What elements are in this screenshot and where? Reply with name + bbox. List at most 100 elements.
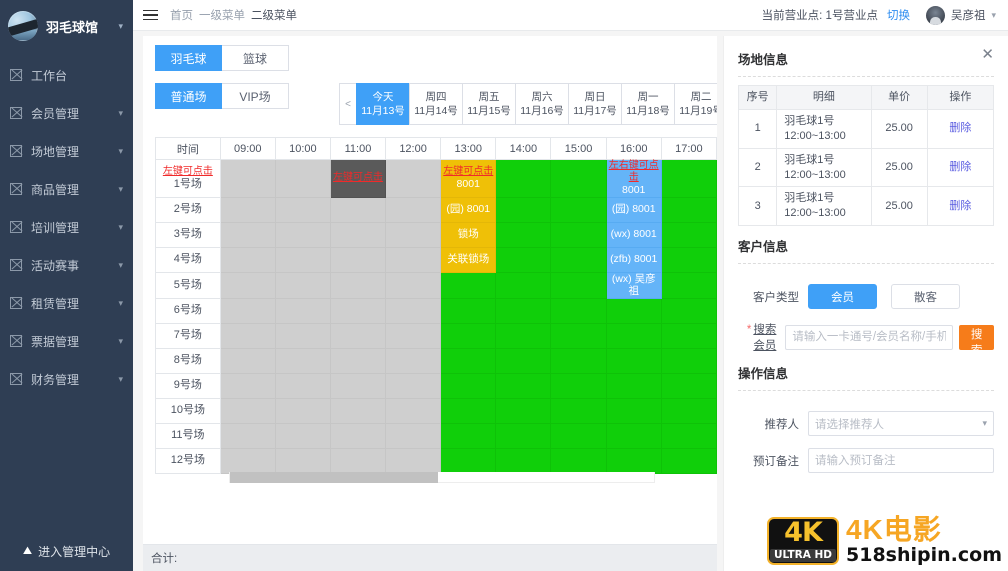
slot-cell-10-9[interactable] [660, 397, 717, 424]
slot-cell-1-5[interactable]: 左键可点击 8001 [440, 159, 497, 198]
scrollbar-thumb[interactable] [230, 472, 438, 483]
court-label-7[interactable]: 7号场 [155, 322, 221, 349]
court-label-2[interactable]: 2号场 [155, 196, 221, 223]
slot-cell-6-7[interactable] [550, 297, 607, 324]
remark-input[interactable] [808, 448, 994, 474]
slot-cell-1-3[interactable]: 左键可点击 [329, 159, 387, 198]
court-label-1[interactable]: 左键可点击 1号场 [155, 159, 221, 198]
chevron-down-icon[interactable]: ▾ [991, 10, 996, 21]
slot-cell-6-5[interactable] [440, 297, 497, 324]
slot-cell-4-9[interactable] [660, 246, 717, 273]
chevron-down-icon[interactable]: ▾ [118, 21, 123, 32]
tab-vip-court[interactable]: VIP场 [222, 83, 289, 109]
close-icon[interactable]: ✕ [981, 47, 994, 62]
brand-header[interactable]: 羽毛球馆 ▾ [0, 0, 133, 52]
court-label-3[interactable]: 3号场 [155, 221, 221, 248]
search-button[interactable]: 搜索 [959, 324, 994, 357]
referrer-select[interactable]: 请选择推荐人 ▾ [808, 411, 994, 437]
slot-cell-7-5[interactable] [440, 322, 497, 349]
slot-cell-3-5[interactable]: 锁场 [440, 221, 497, 248]
slot-cell-12-5[interactable] [440, 447, 497, 474]
slot-cell-9-7[interactable] [550, 372, 607, 399]
date-button-2[interactable]: 周五 11月15号 [462, 83, 515, 125]
slot-cell-4-8[interactable]: (zfb) 8001 [605, 246, 662, 273]
slot-cell-3-9[interactable] [660, 221, 717, 248]
tab-badminton[interactable]: 羽毛球 [155, 45, 222, 71]
slot-cell-3-6[interactable] [495, 221, 552, 248]
slot-cell-12-8[interactable] [605, 447, 662, 474]
slot-cell-4-6[interactable] [495, 246, 552, 273]
slot-cell-2-8[interactable]: (园) 8001 [605, 196, 662, 223]
slot-cell-6-9[interactable] [660, 297, 717, 324]
slot-cell-2-7[interactable] [550, 196, 607, 223]
prev-date-button[interactable]: < [339, 83, 356, 125]
horizontal-scrollbar[interactable] [229, 472, 655, 483]
slot-cell-5-7[interactable] [550, 271, 607, 299]
slot-cell-5-9[interactable] [660, 271, 717, 299]
slot-cell-12-9[interactable] [660, 447, 717, 474]
court-label-6[interactable]: 6号场 [155, 297, 221, 324]
slot-cell-7-8[interactable] [605, 322, 662, 349]
tab-normal-court[interactable]: 普通场 [155, 83, 222, 109]
slot-cell-2-6[interactable] [495, 196, 552, 223]
breadcrumb-item-level1[interactable]: 一级菜单 [199, 7, 245, 23]
customer-type-member-button[interactable]: 会员 [808, 284, 877, 310]
slot-cell-9-9[interactable] [660, 372, 717, 399]
tab-basketball[interactable]: 篮球 [222, 45, 289, 71]
slot-cell-11-9[interactable] [660, 422, 717, 449]
slot-cell-10-6[interactable] [495, 397, 552, 424]
search-member-input[interactable] [785, 324, 954, 350]
delete-link[interactable]: 删除 [949, 161, 971, 173]
date-button-6[interactable]: 周二 11月19号 [674, 83, 717, 125]
date-button-today[interactable]: 今天 11月13号 [356, 83, 409, 125]
court-label-5[interactable]: 5号场 [155, 271, 221, 299]
slot-cell-5-5[interactable] [440, 271, 497, 299]
hamburger-icon[interactable] [143, 9, 158, 21]
date-button-1[interactable]: 周四 11月14号 [409, 83, 462, 125]
slot-cell-3-8[interactable]: (wx) 8001 [605, 221, 662, 248]
court-label-10[interactable]: 10号场 [155, 397, 221, 424]
slot-cell-1-7[interactable] [550, 159, 607, 198]
slot-cell-4-7[interactable] [550, 246, 607, 273]
slot-cell-9-8[interactable] [605, 372, 662, 399]
date-button-5[interactable]: 周一 11月18号 [621, 83, 674, 125]
date-button-4[interactable]: 周日 11月17号 [568, 83, 621, 125]
slot-cell-7-6[interactable] [495, 322, 552, 349]
slot-cell-5-8[interactable]: (wx) 吴彦祖 [605, 271, 662, 299]
slot-cell-8-9[interactable] [660, 347, 717, 374]
court-label-8[interactable]: 8号场 [155, 347, 221, 374]
sidebar-item-venue-management[interactable]: 场地管理 ▾ [0, 132, 133, 170]
sidebar-item-events[interactable]: 活动赛事 ▾ [0, 246, 133, 284]
sidebar-item-member-management[interactable]: 会员管理 ▾ [0, 94, 133, 132]
slot-cell-10-8[interactable] [605, 397, 662, 424]
enter-admin-center-button[interactable]: ⛰ 进入管理中心 [0, 531, 133, 571]
court-label-11[interactable]: 11号场 [155, 422, 221, 449]
switch-business-point-link[interactable]: 切换 [887, 7, 910, 23]
slot-cell-11-6[interactable] [495, 422, 552, 449]
schedule-grid-scroll[interactable]: 时间 09:00 10:00 11:00 12:00 13:00 14:00 1… [155, 137, 717, 474]
slot-cell-11-8[interactable] [605, 422, 662, 449]
sidebar-item-finance-management[interactable]: 财务管理 ▾ [0, 360, 133, 398]
sidebar-item-rental-management[interactable]: 租赁管理 ▾ [0, 284, 133, 322]
slot-cell-12-6[interactable] [495, 447, 552, 474]
slot-cell-12-7[interactable] [550, 447, 607, 474]
sidebar-item-invoice-management[interactable]: 票据管理 ▾ [0, 322, 133, 360]
slot-cell-8-6[interactable] [495, 347, 552, 374]
slot-cell-1-6[interactable] [495, 159, 552, 198]
delete-link[interactable]: 删除 [949, 200, 971, 212]
slot-cell-6-8[interactable] [605, 297, 662, 324]
breadcrumb-item-home[interactable]: 首页 [170, 7, 193, 23]
court-label-4[interactable]: 4号场 [155, 246, 221, 273]
slot-cell-10-7[interactable] [550, 397, 607, 424]
date-button-3[interactable]: 周六 11月16号 [515, 83, 568, 125]
slot-cell-2-5[interactable]: (园) 8001 [440, 196, 497, 223]
sidebar-item-product-management[interactable]: 商品管理 ▾ [0, 170, 133, 208]
slot-cell-9-5[interactable] [440, 372, 497, 399]
slot-cell-2-9[interactable] [660, 196, 717, 223]
sidebar-item-workbench[interactable]: 工作台 ▾ [0, 56, 133, 94]
slot-cell-8-8[interactable] [605, 347, 662, 374]
slot-cell-11-5[interactable] [440, 422, 497, 449]
slot-cell-3-7[interactable] [550, 221, 607, 248]
slot-cell-1-8[interactable]: 左右键可点击 8001 [605, 159, 662, 198]
slot-cell-1-9[interactable] [660, 159, 717, 198]
